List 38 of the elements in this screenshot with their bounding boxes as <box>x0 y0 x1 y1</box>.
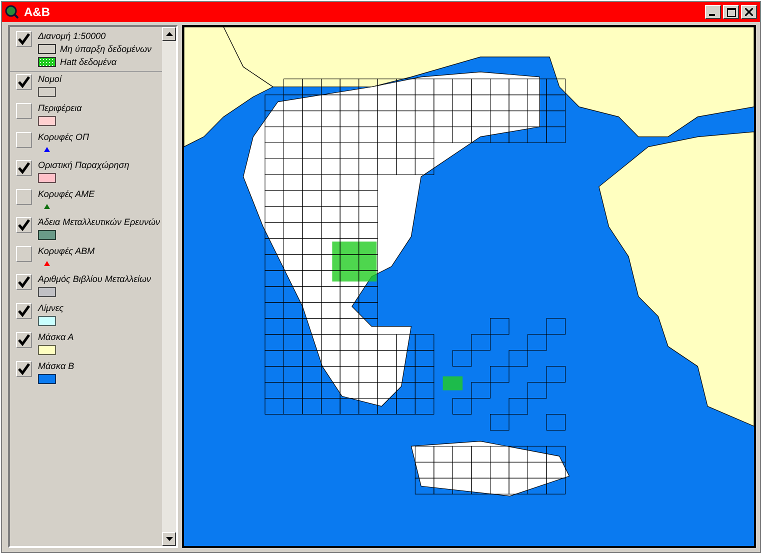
scroll-down-button[interactable] <box>162 532 176 546</box>
layer-name[interactable]: Κορυφές ΑΒΜ <box>38 246 95 256</box>
up-arrow-icon <box>166 32 172 36</box>
layer-checkbox[interactable] <box>16 74 32 90</box>
layer-name[interactable]: Περιφέρεια <box>38 103 82 113</box>
maximize-icon <box>726 8 736 16</box>
layer-checkbox[interactable] <box>16 246 32 262</box>
close-button[interactable] <box>741 5 757 19</box>
layer-checkbox[interactable] <box>16 274 32 290</box>
layer-checkbox[interactable] <box>16 217 32 233</box>
layer-checkbox[interactable] <box>16 332 32 348</box>
class-label: Μη ύπαρξη δεδομένων <box>60 44 152 54</box>
layer-checkbox[interactable] <box>16 31 32 47</box>
layer-name[interactable]: Αριθμός Βιβλίου Μεταλλείων <box>38 274 152 284</box>
layer-name[interactable]: Διανομή 1:50000 <box>38 31 152 41</box>
class-label: Hatt δεδομένα <box>60 57 116 67</box>
minimize-button[interactable] <box>705 5 721 19</box>
layer-name[interactable]: Μάσκα Α <box>38 332 74 342</box>
layer-name[interactable]: Λίμνες <box>38 303 64 313</box>
layer-name[interactable]: Οριστική Παραχώρηση <box>38 160 130 170</box>
layer-checkbox[interactable] <box>16 303 32 319</box>
layer-name[interactable]: Κορυφές ΟΠ <box>38 132 89 142</box>
globe-magnifier-icon <box>5 5 19 19</box>
layer-name[interactable]: Μάσκα Β <box>38 361 74 371</box>
down-arrow-icon <box>166 537 172 541</box>
scroll-up-button[interactable] <box>162 27 176 41</box>
layer-name[interactable]: Άδεια Μεταλλευτικών Ερευνών <box>38 217 158 227</box>
layer-checkbox[interactable] <box>16 189 32 205</box>
window-title: A&B <box>24 5 51 19</box>
scrollbar[interactable] <box>162 27 176 546</box>
maximize-button[interactable] <box>723 5 739 19</box>
close-icon <box>745 8 753 16</box>
layer-name[interactable]: Κορυφές ΑΜΕ <box>38 189 95 199</box>
layer-checkbox[interactable] <box>16 132 32 148</box>
layer-checkbox[interactable] <box>16 160 32 176</box>
layer-name[interactable]: Νομοί <box>38 74 62 84</box>
layer-checkbox[interactable] <box>16 361 32 377</box>
layer-checkbox[interactable] <box>16 103 32 119</box>
